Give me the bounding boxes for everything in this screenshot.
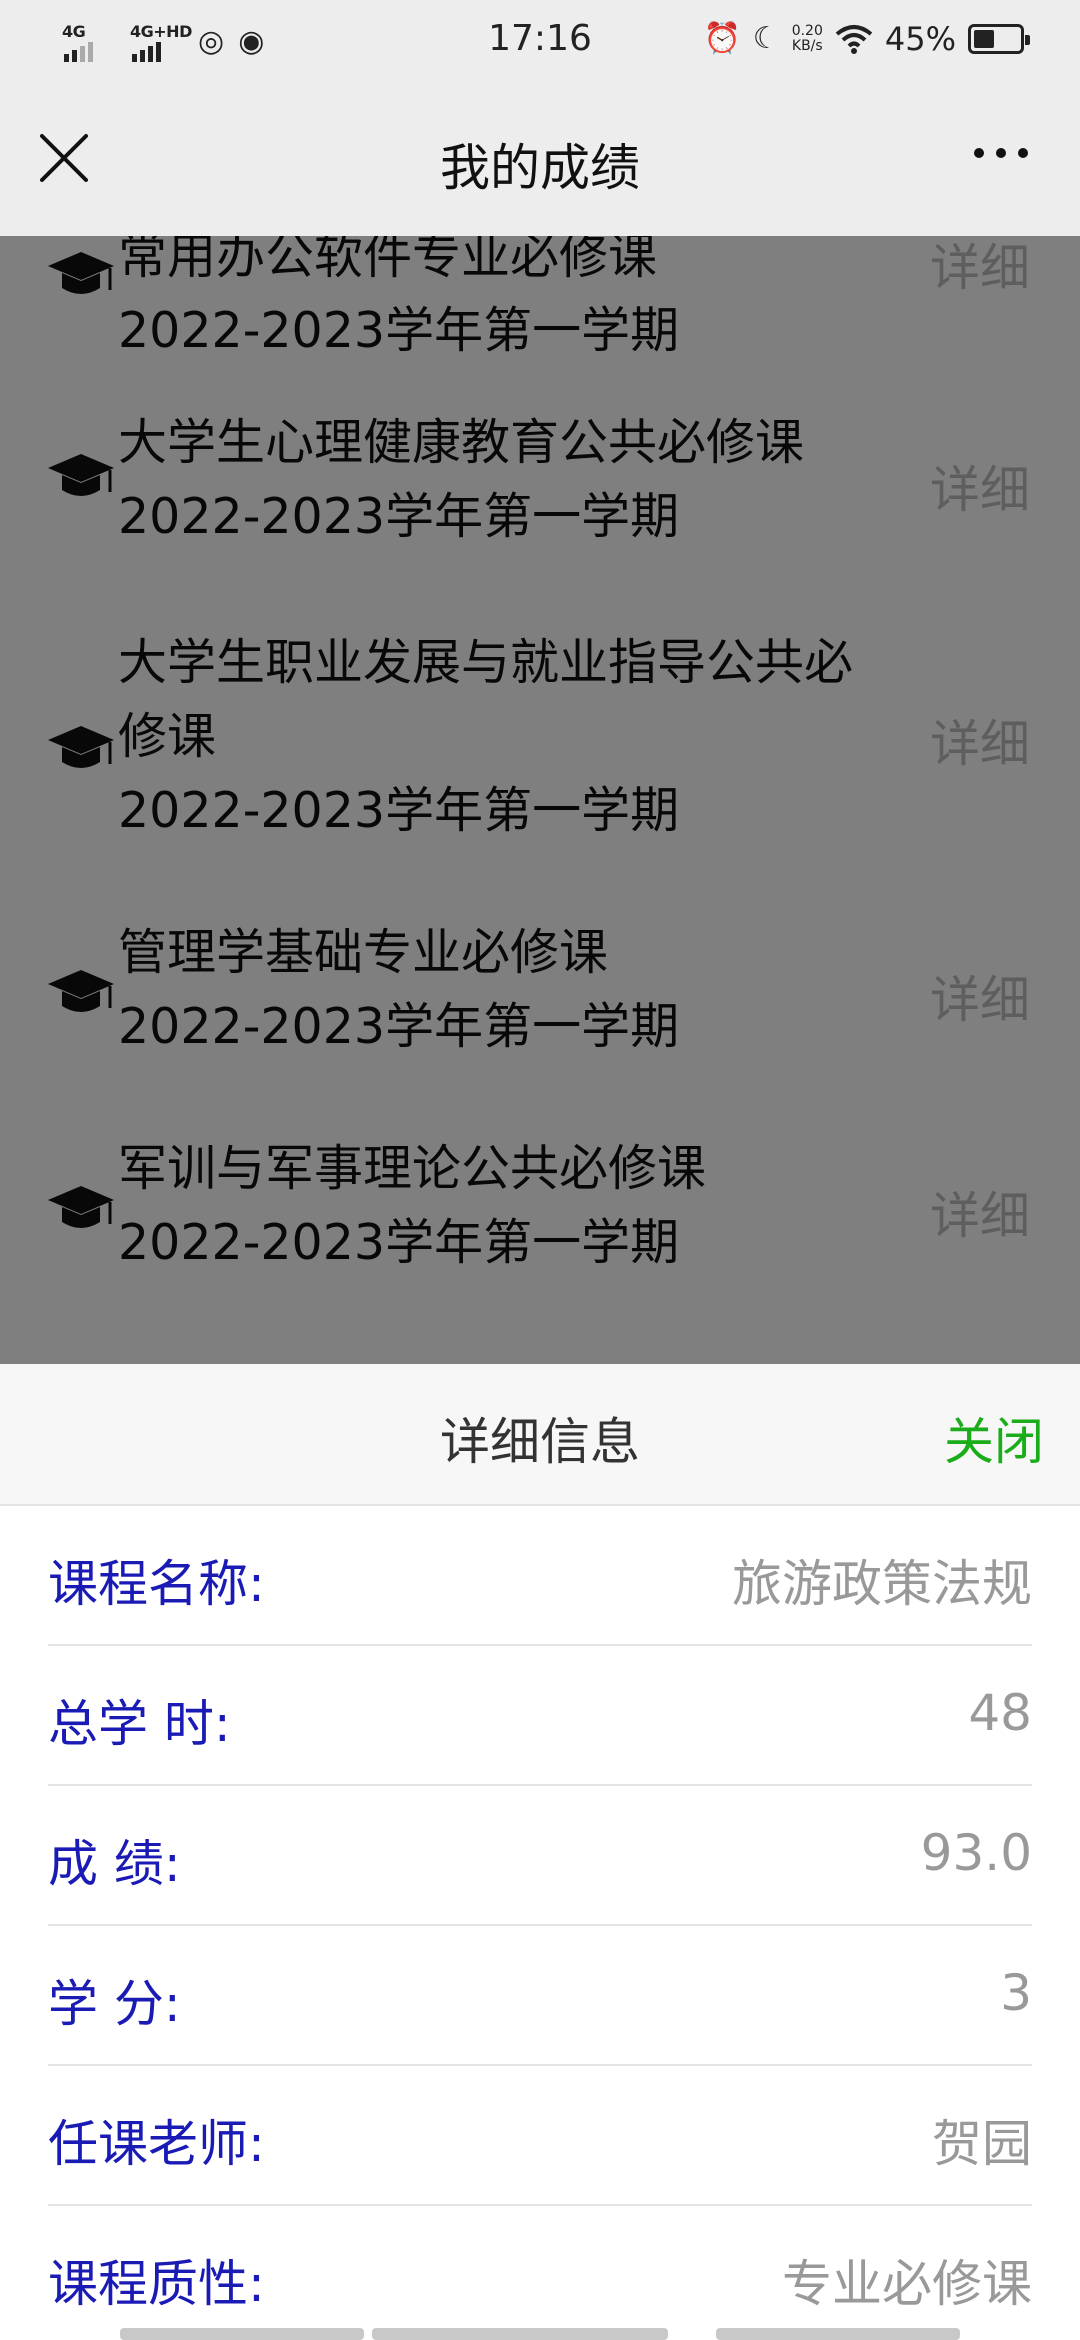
detail-label: 课程名称: bbox=[48, 1555, 265, 1613]
alarm-icon: ⏰ bbox=[703, 21, 741, 56]
modal-backdrop[interactable] bbox=[0, 236, 1080, 1364]
page-title: 我的成绩 bbox=[440, 139, 640, 197]
battery-icon bbox=[968, 24, 1030, 54]
scroll-indicator bbox=[716, 2328, 960, 2340]
scroll-indicator bbox=[372, 2328, 668, 2340]
detail-row-total-hours: 总学 时: 48 bbox=[48, 1646, 1032, 1786]
detail-row-course-name: 课程名称: 旅游政策法规 bbox=[48, 1506, 1032, 1646]
detail-value: 旅游政策法规 bbox=[732, 1555, 1032, 1613]
detail-row-score: 成 绩: 93.0 bbox=[48, 1786, 1032, 1926]
detail-label: 学 分: bbox=[48, 1975, 181, 2033]
more-icon[interactable] bbox=[974, 148, 1028, 158]
detail-sheet-title: 详细信息 bbox=[440, 1413, 640, 1471]
battery-percent: 45% bbox=[884, 20, 956, 58]
detail-value: 贺园 bbox=[932, 2115, 1032, 2173]
detail-label: 任课老师: bbox=[48, 2115, 265, 2173]
network-speed: 0.20 KB/s bbox=[792, 24, 823, 54]
status-bar: 4G 4G+HD ◎ ◉ 17:16 ⏰ ☾ 0.20 KB/s 45% bbox=[0, 0, 1080, 84]
detail-label: 成 绩: bbox=[48, 1835, 181, 1893]
detail-row-teacher: 任课老师: 贺园 bbox=[48, 2066, 1032, 2206]
detail-row-credits: 学 分: 3 bbox=[48, 1926, 1032, 2066]
speed-unit: KB/s bbox=[791, 38, 823, 54]
detail-row-course-type: 课程质性: 专业必修课 bbox=[48, 2206, 1032, 2340]
detail-value: 93.0 bbox=[920, 1824, 1032, 1882]
close-button[interactable]: 关闭 bbox=[944, 1402, 1044, 1474]
title-bar: 我的成绩 bbox=[0, 84, 1080, 236]
detail-label: 课程质性: bbox=[48, 2255, 265, 2313]
detail-value: 专业必修课 bbox=[782, 2255, 1032, 2313]
detail-label: 总学 时: bbox=[48, 1695, 231, 1753]
scroll-indicator bbox=[120, 2328, 364, 2340]
wifi-icon bbox=[835, 25, 873, 54]
detail-sheet-header: 详细信息 关闭 bbox=[0, 1364, 1080, 1506]
detail-sheet: 详细信息 关闭 课程名称: 旅游政策法规 总学 时: 48 成 绩: 93.0 … bbox=[0, 1364, 1080, 2340]
detail-value: 3 bbox=[1000, 1964, 1032, 2022]
speed-value: 0.20 bbox=[791, 23, 823, 39]
status-right: ⏰ ☾ 0.20 KB/s 45% bbox=[703, 20, 1030, 58]
battery-fill bbox=[974, 30, 994, 48]
moon-icon: ☾ bbox=[752, 21, 780, 56]
detail-value: 48 bbox=[968, 1684, 1032, 1742]
